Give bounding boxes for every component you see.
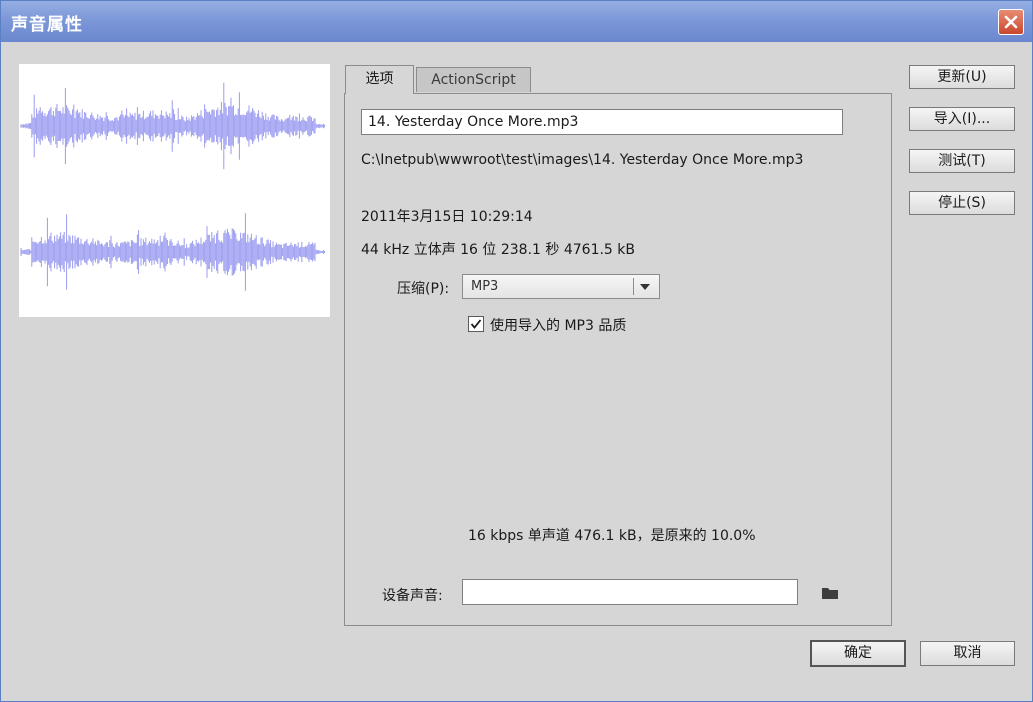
select-divider: [633, 278, 634, 295]
import-button[interactable]: 导入(I)...: [909, 107, 1015, 131]
test-button[interactable]: 测试(T): [909, 149, 1015, 173]
use-import-quality-label: 使用导入的 MP3 品质: [490, 318, 627, 334]
chevron-down-icon: [640, 284, 650, 290]
stop-button[interactable]: 停止(S): [909, 191, 1015, 215]
waveform-channel: [20, 82, 326, 170]
sound-path-text: C:\Inetpub\wwwroot\test\images\14. Yeste…: [361, 152, 804, 168]
tab-actionscript[interactable]: ActionScript: [416, 67, 531, 92]
sound-date-text: 2011年3月15日 10:29:14: [361, 209, 533, 225]
compression-selected-value: MP3: [471, 279, 499, 294]
cancel-button[interactable]: 取消: [920, 641, 1015, 666]
waveform-channel: [20, 213, 326, 291]
use-import-quality-checkbox[interactable]: [468, 316, 484, 332]
compression-select[interactable]: MP3: [462, 274, 660, 299]
compression-result-text: 16 kbps 单声道 476.1 kB，是原来的 10.0%: [468, 528, 756, 544]
check-icon: [470, 319, 482, 329]
close-button[interactable]: [998, 9, 1024, 35]
waveform-preview: [19, 64, 330, 317]
sound-info-text: 44 kHz 立体声 16 位 238.1 秒 4761.5 kB: [361, 242, 635, 258]
device-sound-input[interactable]: [462, 579, 798, 605]
title-bar[interactable]: 声音属性: [1, 1, 1032, 42]
close-icon: [1004, 15, 1018, 29]
device-sound-label: 设备声音:: [382, 588, 443, 604]
window-title: 声音属性: [11, 15, 83, 35]
sound-properties-dialog: 声音属性 选项 ActionScript 14. Yesterday Once …: [0, 0, 1033, 702]
tab-options[interactable]: 选项: [345, 65, 414, 94]
ok-button[interactable]: 确定: [810, 640, 906, 667]
sound-name-input[interactable]: 14. Yesterday Once More.mp3: [361, 109, 843, 135]
options-panel: [344, 93, 892, 626]
folder-icon[interactable]: [821, 586, 839, 600]
update-button[interactable]: 更新(U): [909, 65, 1015, 89]
waveform-graphic: [20, 82, 326, 291]
compression-label: 压缩(P):: [397, 281, 450, 297]
